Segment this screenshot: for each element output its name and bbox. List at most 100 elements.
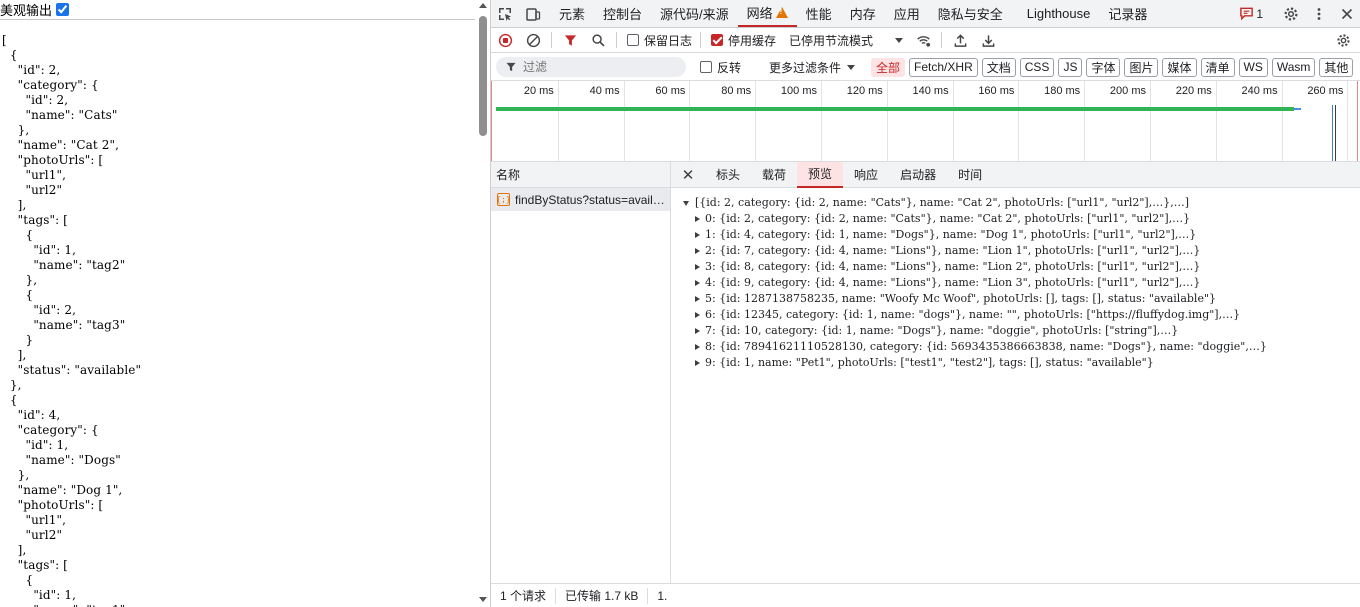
export-har-download-icon[interactable] [974,28,1002,52]
network-conditions-wifi-icon[interactable] [909,28,937,52]
inspect-element-icon[interactable] [491,0,519,27]
request-row[interactable]: {;} findByStatus?status=available [491,188,670,211]
collapsed-triangle-icon [695,312,700,318]
scroll-up-icon[interactable] [479,3,487,8]
tab-5[interactable]: 内存 [841,0,885,27]
tab-8[interactable]: Lighthouse [1018,0,1100,27]
more-filters-label: 更多过滤条件 [769,60,842,75]
tab-label: 内存 [849,7,876,22]
timeline-tick-label: 40 ms [589,85,620,97]
preview-item-row[interactable]: 7: {id: 10, category: {id: 1, name: "Dog… [683,323,1360,339]
import-har-upload-icon[interactable] [946,28,974,52]
preview-item-row[interactable]: 1: {id: 4, category: {id: 1, name: "Dogs… [683,227,1360,243]
network-settings-gear-icon[interactable] [1329,28,1357,52]
filter-chip[interactable]: 全部 [871,57,906,77]
network-status-bar: 1 个请求 已传输 1.7 kB 1. [491,583,1360,607]
preview-item-row[interactable]: 2: {id: 7, category: {id: 4, name: "Lion… [683,243,1360,259]
detail-tab[interactable]: 预览 [797,161,844,188]
tab-2[interactable]: 源代码/来源 [651,0,738,27]
json-line: ], [2,543,27,557]
tab-7[interactable]: 隐私与安全 [929,0,1012,27]
filter-chip[interactable]: WS [1238,57,1268,77]
preview-root-row[interactable]: [{id: 2, category: {id: 2, name: "Cats"}… [683,195,1360,211]
tab-3[interactable]: 网络 [737,0,797,27]
json-line: { [2,288,34,302]
clear-icon[interactable] [519,28,547,52]
filter-chip[interactable]: 媒体 [1162,57,1197,77]
filter-chip[interactable]: 其他 [1319,57,1354,77]
json-line: } [2,333,34,347]
filter-chip[interactable]: Fetch/XHR [909,57,978,77]
preview-item-text: 2: {id: 7, category: {id: 4, name: "Lion… [705,244,1201,257]
page-scrollbar[interactable] [476,0,490,607]
json-line: }, [2,123,30,137]
invert-checkbox[interactable] [700,61,712,73]
json-viewer-page: 美观输出 [ { "id": 2, "category": { "id": 2,… [0,0,475,607]
tab-9[interactable]: 记录器 [1099,0,1156,27]
preview-tree: [{id: 2, category: {id: 2, name: "Cats"}… [671,188,1360,371]
filter-chip[interactable]: 清单 [1200,57,1235,77]
filter-chip[interactable]: JS [1058,57,1083,77]
preview-item-row[interactable]: 0: {id: 2, category: {id: 2, name: "Cats… [683,211,1360,227]
separator [616,32,617,48]
json-text: [ { "id": 2, "category": { "id": 2, "nam… [2,33,141,607]
preview-item-row[interactable]: 9: {id: 1, name: "Pet1", photoUrls: ["te… [683,355,1360,371]
json-line: ], [2,198,27,212]
tab-4[interactable]: 性能 [797,0,841,27]
timeline-download-bar [1294,108,1301,110]
filter-chip[interactable]: 字体 [1086,57,1121,77]
disable-cache-checkbox[interactable] [711,34,724,46]
pretty-print-checkbox[interactable] [56,3,70,16]
preserve-log-checkbox[interactable] [627,34,639,46]
json-line: "name": "tag2" [2,258,126,272]
json-line: "photoUrls": [ [2,153,104,167]
device-toolbar-icon[interactable] [519,0,547,27]
collapsed-triangle-icon [695,216,700,222]
filter-input[interactable] [523,60,673,74]
preview-item-row[interactable]: 6: {id: 12345, category: {id: 1, name: "… [683,307,1360,323]
json-line: "name": "Dogs" [2,453,121,467]
tab-label: 性能 [805,7,832,22]
json-line: "id": 2, [2,93,69,107]
filter-chip[interactable]: 图片 [1124,57,1159,77]
scroll-down-icon[interactable] [479,597,487,602]
filter-chip[interactable]: Wasm [1271,57,1316,77]
tab-6[interactable]: 应用 [885,0,929,27]
scrollbar-thumb[interactable] [479,16,487,136]
issues-badge[interactable]: 1 [1239,6,1263,21]
settings-gear-icon[interactable] [1277,0,1305,27]
detail-tab[interactable]: 响应 [843,162,889,188]
close-devtools-icon[interactable] [1333,0,1360,27]
detail-tab[interactable]: 时间 [947,162,993,188]
detail-tab[interactable]: 启动器 [889,162,947,188]
filter-field[interactable] [496,57,686,77]
tab-1[interactable]: 控制台 [594,0,651,27]
tab-0[interactable]: 元素 [550,0,594,27]
devtools-tabbar: 元素 控制台 源代码/来源 网络 性能 内存 应用 隐私与安全 Lighthouse 记录器 1 [491,0,1360,28]
preview-item-row[interactable]: 5: {id: 1287138758235, name: "Woofy Mc W… [683,291,1360,307]
request-detail-pane: ✕ 标头 载荷 预览 响应 启动器 时间 [{id: 2, category: {id: … [671,161,1360,583]
json-line: [ [2,33,7,47]
close-detail-icon[interactable]: ✕ [671,162,705,188]
preview-item-row[interactable]: 8: {id: 78941621110528130, category: {id… [683,339,1360,355]
tab-label: 应用 [893,7,920,22]
record-stop-icon[interactable] [491,28,519,52]
timeline-tick-label: 20 ms [523,85,554,97]
preview-item-row[interactable]: 3: {id: 8, category: {id: 4, name: "Lion… [683,259,1360,275]
pretty-print-label: 美观输出 [0,3,53,18]
more-options-icon[interactable] [1305,0,1333,27]
filter-chip[interactable]: CSS [1019,57,1055,77]
preview-root-text: [{id: 2, category: {id: 2, name: "Cats"}… [695,196,1190,209]
status-item: 1. [657,588,668,603]
throttle-dropdown[interactable]: 已停用节流模式 [789,32,904,49]
detail-tab[interactable]: 标头 [705,162,751,188]
search-icon[interactable] [584,28,612,52]
filter-chip[interactable]: 文档 [981,57,1016,77]
more-filters-dropdown[interactable]: 更多过滤条件 [769,59,856,76]
name-column-header[interactable]: 名称 [491,162,670,188]
detail-tab[interactable]: 载荷 [751,162,797,188]
preview-item-row[interactable]: 4: {id: 9, category: {id: 4, name: "Lion… [683,275,1360,291]
network-overview-timeline: 20 ms 40 ms 60 ms 80 ms 100 ms 120 ms 140 ms 16… [491,80,1360,162]
filter-funnel-icon[interactable] [556,28,584,52]
tab-label: 网络 [746,6,773,21]
